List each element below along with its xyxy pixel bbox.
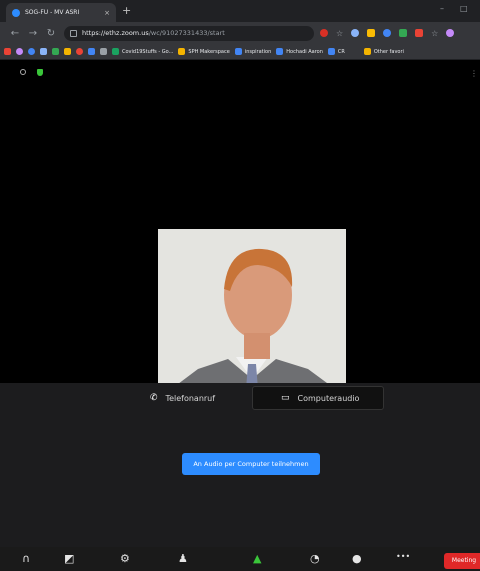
participants-icon[interactable]: ♟ — [178, 552, 188, 565]
bookmark-favicon-icon — [234, 48, 242, 55]
bookmark-icon[interactable] — [28, 48, 35, 55]
meeting-toolbar: ∩ ◩ ⚙ ♟ ▲ ◔ ● ••• Meeting beenden — [0, 547, 480, 571]
video-off-icon[interactable]: ◩ — [64, 552, 74, 565]
bookmark-label: Other favori — [373, 48, 404, 55]
chat-extension-icon[interactable] — [383, 29, 392, 37]
security-shield-icon[interactable] — [37, 69, 43, 76]
record-extension-icon[interactable] — [320, 29, 328, 37]
extension-icon[interactable] — [399, 29, 408, 37]
folder-icon — [363, 48, 371, 55]
bookmark-icon[interactable] — [4, 48, 11, 55]
bookmark-item[interactable]: Covid19Stuffs - Go... — [112, 48, 173, 55]
reading-list-icon[interactable]: ☆ — [431, 29, 438, 38]
url-text: https://ethz.zoom.us/wc/91027331433/star… — [82, 29, 225, 37]
browser-toolbar: ← → ↻ https://ethz.zoom.us/wc/9102733143… — [0, 22, 480, 44]
bookmark-star-icon[interactable]: ☆ — [336, 29, 343, 38]
bookmark-icon[interactable] — [16, 48, 23, 55]
bookmark-item[interactable]: inspiration — [234, 48, 272, 55]
monitor-icon: ▭ — [281, 393, 290, 403]
tab-title: SOG-FU - MV ASRI — [25, 9, 80, 16]
tab-phone-label: Telefonanruf — [165, 393, 216, 403]
url-host: https://ethz.zoom.us — [82, 29, 149, 37]
phone-icon: ✆ — [150, 393, 158, 403]
other-favorites-folder[interactable]: Other favori — [363, 48, 404, 55]
bookmark-icon[interactable] — [100, 48, 107, 55]
more-icon[interactable]: ••• — [396, 552, 410, 561]
profile-avatar-icon[interactable] — [446, 29, 455, 37]
bookmark-item[interactable]: CR — [327, 48, 345, 55]
bookmark-item[interactable]: Hochadi Aaron — [276, 48, 323, 55]
lock-icon — [70, 29, 77, 37]
extension-icon[interactable] — [415, 29, 424, 37]
record-icon[interactable]: ● — [352, 552, 362, 565]
address-bar-input[interactable]: https://ethz.zoom.us/wc/91027331433/star… — [64, 25, 314, 41]
more-options-icon[interactable]: ⋮ — [470, 69, 478, 78]
bookmark-favicon-icon — [327, 48, 335, 55]
security-icon[interactable]: ⚙ — [120, 552, 130, 565]
end-meeting-button[interactable]: Meeting beenden — [444, 553, 480, 569]
bookmark-label: inspiration — [244, 48, 272, 55]
bookmark-favicon-icon — [276, 48, 284, 55]
reload-icon[interactable]: ↻ — [42, 28, 60, 39]
tab-computer-label: Computeraudio — [297, 393, 360, 403]
bookmark-icon[interactable] — [76, 48, 83, 55]
zoom-meeting-view: ⋮ ✆ Telefonanruf ▭ Computeraudio An Audi… — [0, 61, 480, 571]
bookmark-icon[interactable] — [40, 48, 47, 55]
extensions-row: ☆ ☆ — [320, 29, 455, 38]
bookmark-label: Hochadi Aaron — [286, 48, 323, 55]
bookmark-favicon-icon — [178, 48, 186, 55]
info-icon[interactable] — [20, 69, 26, 75]
forward-arrow-icon[interactable]: → — [24, 28, 42, 39]
bookmark-icon[interactable] — [52, 48, 59, 55]
tab-computer-audio[interactable]: ▭ Computeraudio — [252, 386, 384, 410]
notes-extension-icon[interactable] — [367, 29, 376, 37]
headphones-icon[interactable]: ∩ — [22, 552, 30, 565]
zoom-favicon-icon — [12, 8, 20, 17]
extension-icon[interactable] — [351, 29, 360, 37]
tab-close-icon[interactable]: × — [104, 9, 110, 17]
bookmarks-bar: Covid19Stuffs - Go... SPH Makerspace ins… — [0, 44, 480, 60]
bookmark-icon[interactable] — [64, 48, 71, 55]
tab-phone-call[interactable]: ✆ Telefonanruf — [150, 386, 215, 410]
new-tab-button[interactable]: + — [122, 4, 131, 17]
bookmark-icon[interactable] — [88, 48, 95, 55]
join-audio-dialog: ✆ Telefonanruf ▭ Computeraudio An Audio … — [0, 383, 480, 571]
bookmark-label: Covid19Stuffs - Go... — [122, 48, 174, 55]
bookmark-label: SPH Makerspace — [188, 48, 230, 55]
bookmark-label: CR — [337, 48, 345, 55]
window-maximize-button[interactable]: □ — [460, 4, 468, 13]
back-arrow-icon[interactable]: ← — [6, 28, 24, 39]
bookmark-item[interactable]: SPH Makerspace — [178, 48, 230, 55]
chat-icon[interactable]: ◔ — [310, 552, 320, 565]
window-minimize-button[interactable]: – — [440, 4, 444, 13]
url-path: /wc/91027331433/start — [148, 29, 225, 37]
join-computer-audio-button[interactable]: An Audio per Computer teilnehmen — [182, 453, 320, 475]
browser-tab-bar: SOG-FU - MV ASRI × + – □ — [0, 0, 480, 22]
browser-tab[interactable]: SOG-FU - MV ASRI × — [6, 3, 116, 22]
share-screen-icon[interactable]: ▲ — [253, 552, 261, 565]
audio-tabs: ✆ Telefonanruf ▭ Computeraudio — [0, 383, 480, 411]
bookmark-favicon-icon — [112, 48, 119, 55]
